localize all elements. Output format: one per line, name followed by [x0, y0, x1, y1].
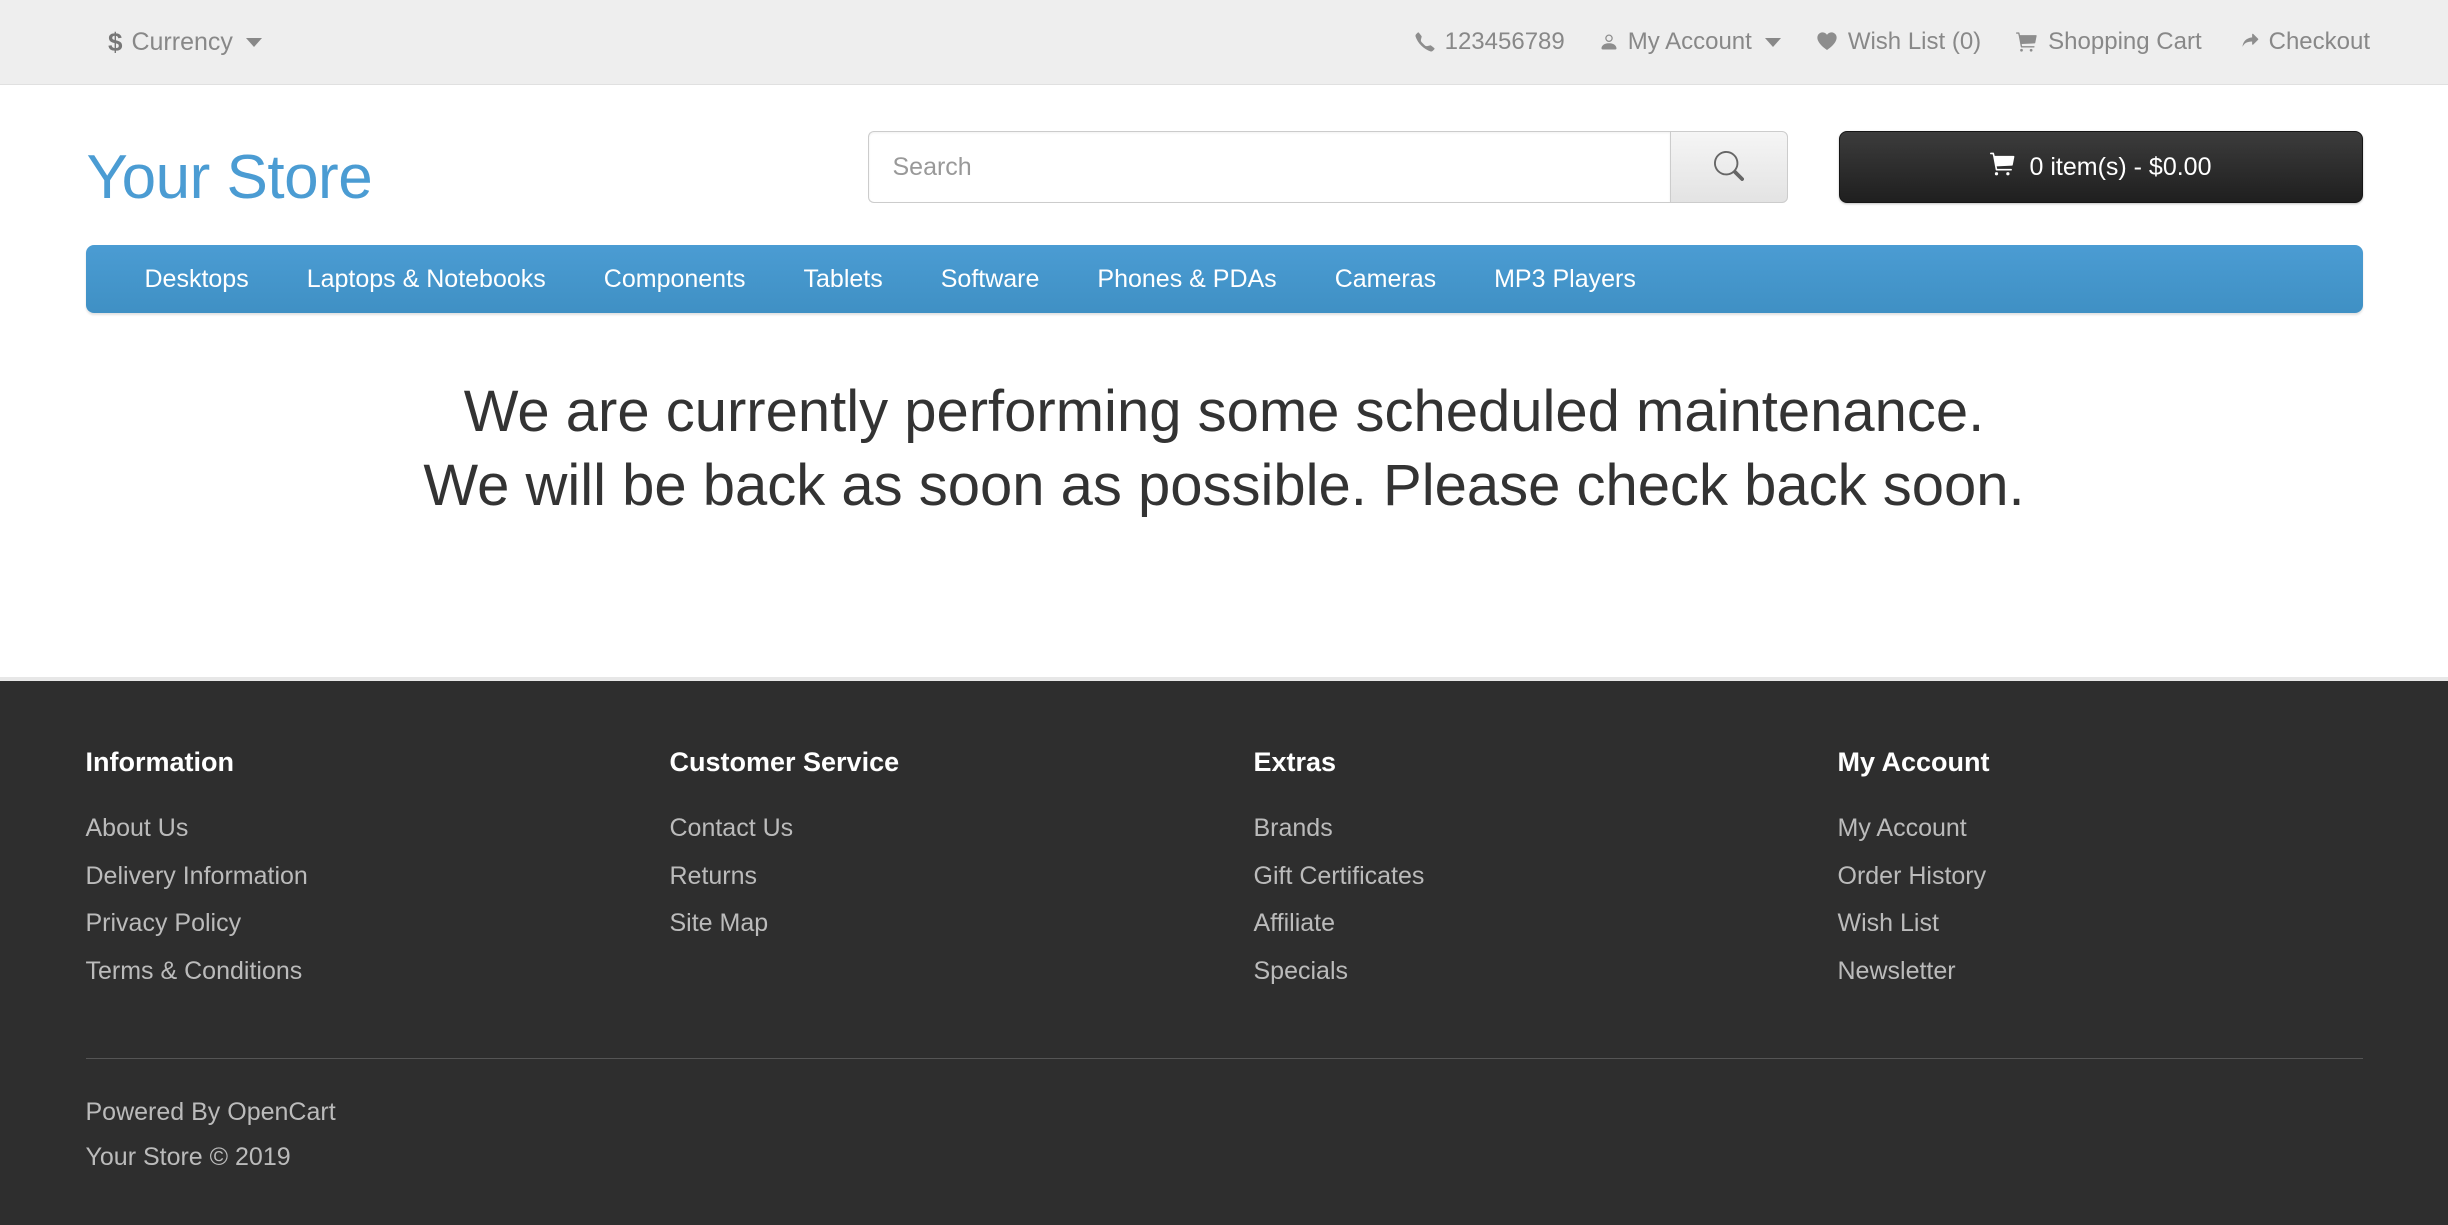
nav-item-mp3-players[interactable]: MP3 Players: [1465, 245, 1665, 313]
maintenance-message: We are currently performing some schedul…: [86, 375, 2363, 523]
copyright-line: Your Store © 2019: [85, 1143, 291, 1171]
list-item: Affiliate: [1254, 905, 1814, 943]
nav-item-cameras[interactable]: Cameras: [1306, 245, 1465, 313]
footer-link-brands[interactable]: Brands: [1254, 814, 1333, 842]
checkout-link[interactable]: Checkout: [2236, 28, 2370, 56]
list-item: Delivery Information: [86, 858, 646, 896]
footer-link-returns[interactable]: Returns: [670, 862, 758, 890]
footer-link-order-history[interactable]: Order History: [1838, 862, 1987, 890]
search-button[interactable]: [1669, 131, 1788, 203]
site-header: Your Store 0 item(s) - $0.00: [0, 85, 2448, 245]
footer-link-contact-us[interactable]: Contact Us: [670, 814, 794, 842]
list-item: About Us: [86, 810, 646, 848]
list-item: Brands: [1254, 810, 1814, 848]
cart-total-label: 0 item(s) - $0.00: [2029, 152, 2212, 181]
main-navigation: Desktops Laptops & Notebooks Components Tab…: [85, 245, 2363, 313]
nav-item-software[interactable]: Software: [912, 245, 1069, 313]
wish-list-label: Wish List (0): [1847, 28, 1982, 55]
store-logo[interactable]: Your Store: [87, 147, 373, 209]
phone-icon: [1414, 31, 1436, 53]
nav-item-tablets[interactable]: Tablets: [775, 245, 912, 313]
list-item: Order History: [1838, 858, 2339, 896]
cart-total-button[interactable]: 0 item(s) - $0.00: [1838, 131, 2363, 203]
footer-column-customer-service: Customer Service Contact Us Returns Site Ma…: [670, 747, 1254, 1000]
footer-column-information: Information About Us Delivery Information P…: [86, 747, 670, 1000]
heart-icon: [1815, 31, 1839, 53]
top-bar-left: $ Currency: [0, 27, 262, 58]
currency-symbol: $: [108, 26, 123, 57]
footer-link-list: About Us Delivery Information Privacy Poli…: [86, 810, 646, 990]
list-item: Privacy Policy: [86, 905, 646, 943]
my-account-label: My Account: [1627, 28, 1752, 55]
footer-columns: Information About Us Delivery Information P…: [86, 747, 2363, 1000]
footer-column-title: Customer Service: [669, 747, 900, 777]
top-bar: $ Currency 123456789 My Account Wish Lis…: [0, 0, 2448, 85]
user-icon: [1599, 31, 1619, 53]
footer-column-title: My Account: [1837, 747, 1990, 777]
search-bar: [867, 131, 1788, 203]
footer-column-title: Information: [85, 747, 235, 777]
phone-link[interactable]: 123456789: [1414, 28, 1565, 56]
powered-by-line: Powered By OpenCart: [86, 1095, 2363, 1130]
footer-link-newsletter[interactable]: Newsletter: [1838, 957, 1956, 985]
footer-link-privacy-policy[interactable]: Privacy Policy: [86, 909, 242, 937]
nav-item-laptops-notebooks[interactable]: Laptops & Notebooks: [278, 245, 575, 313]
page-root: $ Currency 123456789 My Account Wish Lis…: [0, 0, 2448, 1225]
main-content: We are currently performing some schedul…: [86, 313, 2363, 623]
site-footer: Information About Us Delivery Information P…: [0, 677, 2448, 1225]
search-input[interactable]: [867, 131, 1670, 203]
top-bar-right: 123456789 My Account Wish List (0) Shopp…: [1414, 28, 2380, 56]
list-item: Site Map: [670, 905, 1230, 943]
share-arrow-icon: [2236, 31, 2260, 53]
nav-item-desktops[interactable]: Desktops: [116, 245, 278, 313]
nav-item-components[interactable]: Components: [575, 245, 775, 313]
footer-column-title: Extras: [1253, 747, 1337, 777]
checkout-label: Checkout: [2268, 28, 2370, 55]
list-item: Wish List: [1838, 905, 2339, 943]
opencart-link[interactable]: OpenCart: [227, 1098, 335, 1126]
list-item: Specials: [1254, 953, 1814, 991]
phone-number: 123456789: [1444, 28, 1565, 55]
footer-link-site-map[interactable]: Site Map: [670, 909, 769, 937]
chevron-down-icon: [245, 37, 262, 47]
chevron-down-icon: [1764, 37, 1781, 47]
shopping-cart-icon: [1989, 151, 2017, 184]
footer-column-my-account: My Account My Account Order History Wish Li…: [1838, 747, 2363, 1000]
footer-link-specials[interactable]: Specials: [1254, 957, 1349, 985]
currency-label: Currency: [131, 27, 233, 56]
maintenance-line-2: We will be back as soon as possible. Ple…: [423, 453, 2025, 519]
currency-dropdown-button[interactable]: $ Currency: [108, 27, 262, 58]
search-icon: [1713, 150, 1744, 184]
footer-link-my-account[interactable]: My Account: [1838, 814, 1967, 842]
list-item: Newsletter: [1838, 953, 2339, 991]
footer-link-wish-list[interactable]: Wish List: [1838, 909, 1939, 937]
my-account-menu[interactable]: My Account: [1599, 28, 1781, 56]
list-item: Returns: [670, 858, 1230, 896]
footer-link-list: Brands Gift Certificates Affiliate Specials: [1254, 810, 1814, 990]
list-item: Terms & Conditions: [86, 953, 646, 991]
list-item: My Account: [1838, 810, 2339, 848]
footer-link-terms-conditions[interactable]: Terms & Conditions: [86, 957, 303, 985]
footer-link-affiliate[interactable]: Affiliate: [1254, 909, 1336, 937]
footer-column-extras: Extras Brands Gift Certificates Affiliate Sp…: [1254, 747, 1838, 1000]
main-navigation-wrapper: Desktops Laptops & Notebooks Components Tab…: [85, 245, 2363, 313]
footer-divider: [85, 1058, 2363, 1059]
wish-list-link[interactable]: Wish List (0): [1815, 28, 1981, 56]
shopping-cart-label: Shopping Cart: [2048, 28, 2202, 55]
footer-bottom: Powered By OpenCart Your Store © 2019: [86, 1095, 2363, 1175]
list-item: Gift Certificates: [1254, 858, 1814, 896]
footer-link-list: Contact Us Returns Site Map: [670, 810, 1230, 943]
footer-link-list: My Account Order History Wish List Newslett…: [1838, 810, 2339, 990]
footer-link-about-us[interactable]: About Us: [86, 814, 189, 842]
footer-link-gift-certificates[interactable]: Gift Certificates: [1254, 862, 1425, 890]
shopping-cart-link[interactable]: Shopping Cart: [2015, 28, 2202, 56]
list-item: Contact Us: [670, 810, 1230, 848]
footer-link-delivery-information[interactable]: Delivery Information: [86, 862, 308, 890]
shopping-cart-icon: [2015, 31, 2039, 53]
nav-item-phones-pdas[interactable]: Phones & PDAs: [1068, 245, 1305, 313]
maintenance-line-1: We are currently performing some schedul…: [463, 379, 1985, 444]
powered-by-prefix: Powered By: [85, 1098, 228, 1126]
